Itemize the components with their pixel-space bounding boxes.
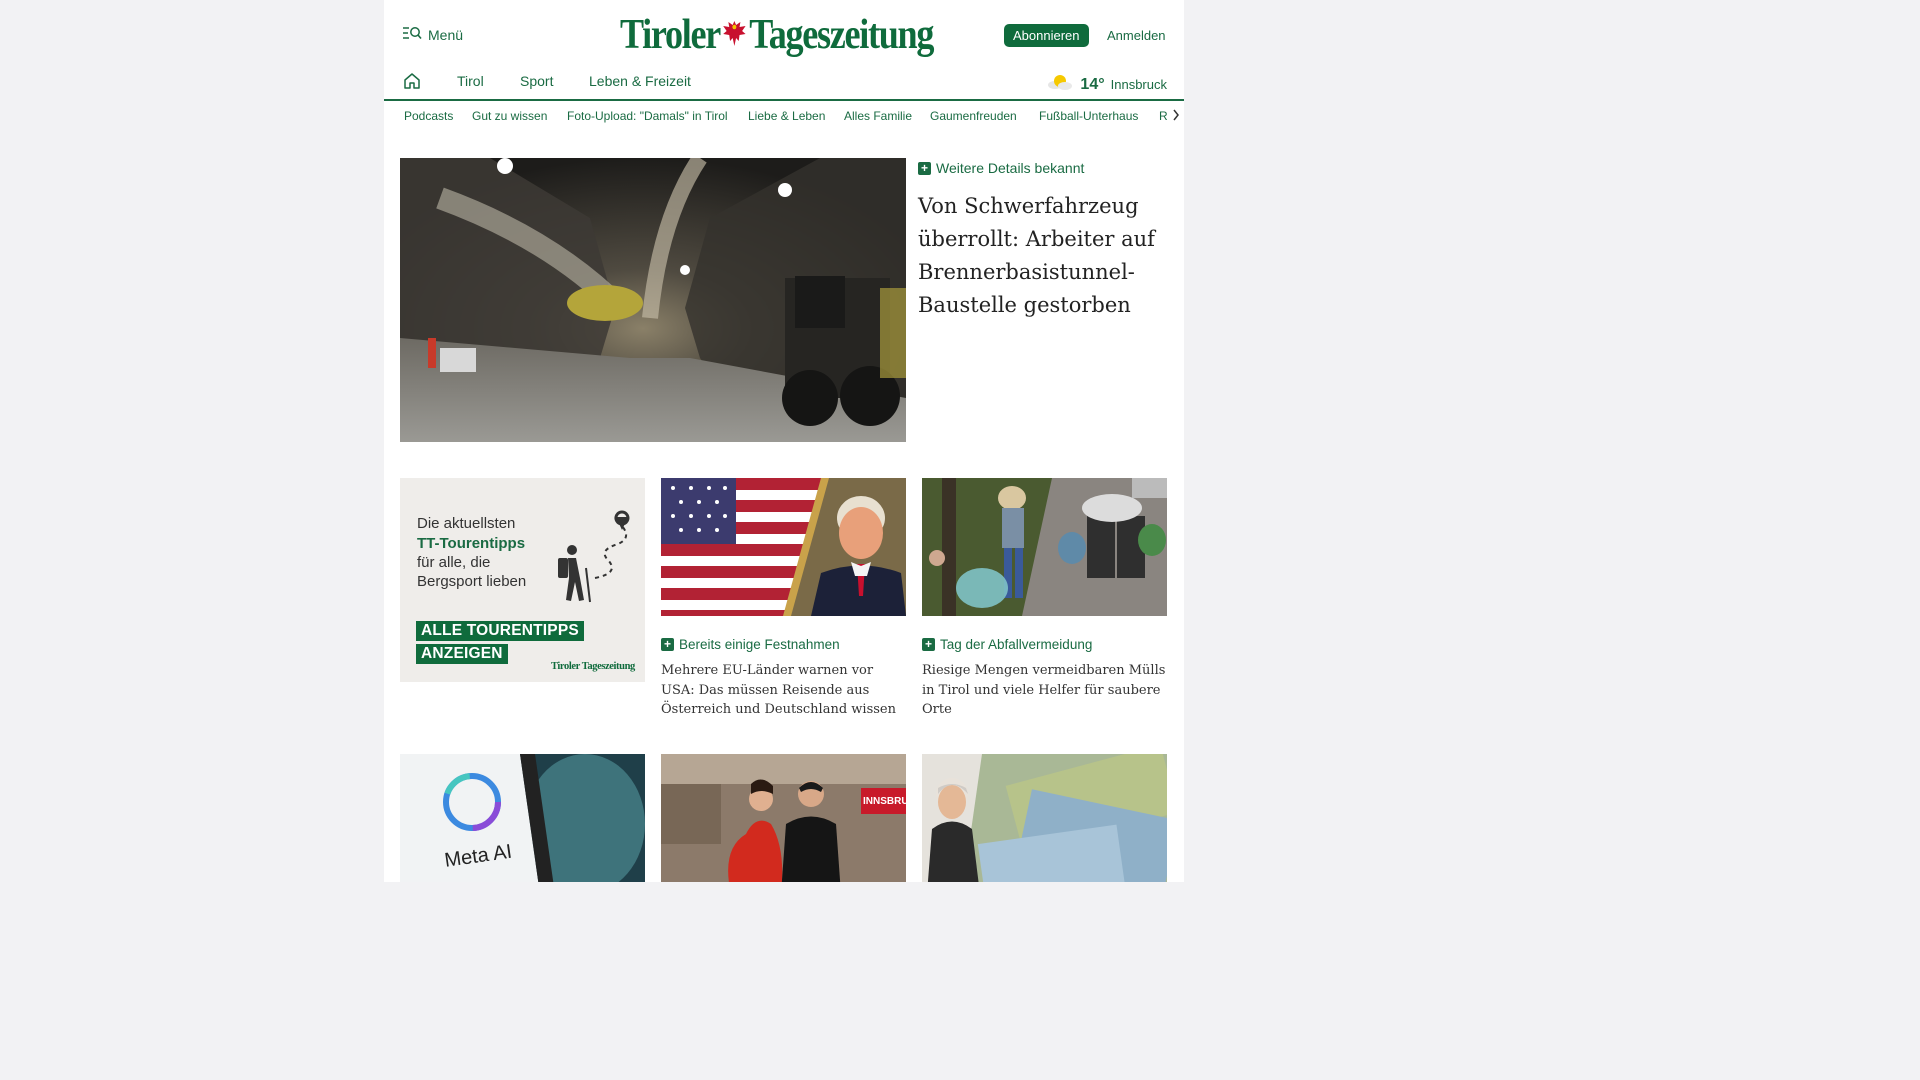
weather-city: Innsbruck — [1110, 77, 1167, 92]
menu-search-icon — [402, 26, 422, 43]
menu-button[interactable]: Menü — [402, 26, 463, 43]
ad-line-3: für alle, die — [417, 554, 491, 571]
hero-kicker: + Weitere Details bekannt — [918, 160, 1084, 176]
menu-label: Menü — [428, 26, 464, 43]
subscribe-button[interactable]: Abonnieren — [1004, 24, 1089, 47]
hero-kicker-text: Weitere Details bekannt — [936, 160, 1085, 176]
hero-headline[interactable]: Von Schwerfahrzeug überrollt: Arbeiter a… — [918, 190, 1168, 322]
subnav-item-foto-upload[interactable]: Foto-Upload: "Damals" in Tirol — [567, 109, 728, 123]
ad-line-4: Bergsport lieben — [417, 573, 527, 590]
weather-widget[interactable]: 14° Innsbruck — [1046, 72, 1167, 97]
card-2-headline[interactable]: Riesige Mengen vermeidbaren Mülls in Tir… — [922, 661, 1170, 720]
plus-icon: + — [661, 638, 674, 651]
subnav-item-fussball-unterhaus[interactable]: Fußball-Unterhaus — [1039, 109, 1138, 123]
subnav-item-truncated[interactable]: R — [1159, 109, 1168, 123]
bottom-image-money[interactable] — [922, 754, 1167, 882]
chevron-right-icon[interactable] — [1172, 108, 1180, 127]
partly-sunny-icon — [1046, 72, 1074, 97]
login-link[interactable]: Anmelden — [1107, 28, 1166, 43]
site-logo[interactable]: Tiroler Tageszeitung — [620, 10, 934, 60]
tourentipps-ad[interactable]: Die aktuellsten TT-Tourentipps für alle,… — [400, 478, 645, 682]
top-bar: Menü Tiroler Tageszeitung Abonnieren Anm… — [384, 0, 1184, 70]
plus-icon: + — [918, 161, 931, 175]
card-1-kicker-text: Bereits einige Festnahmen — [679, 637, 840, 652]
ad-brand-logo: Tiroler Tageszeitung — [551, 661, 635, 672]
ad-cta-line-1: ALLE TOURENTIPPS — [416, 621, 584, 641]
card-2-kicker: + Tag der Abfallvermeidung — [922, 637, 1092, 652]
nav-item-sport[interactable]: Sport — [520, 73, 553, 89]
subnav-item-liebe-leben[interactable]: Liebe & Leben — [748, 109, 825, 123]
bottom-image-meta-ai[interactable]: Meta AI — [400, 754, 645, 882]
nav-item-leben-freizeit[interactable]: Leben & Freizeit — [589, 73, 691, 89]
hiker-icon — [550, 508, 640, 613]
home-icon[interactable] — [403, 72, 421, 95]
subnav-item-gut-zu-wissen[interactable]: Gut zu wissen — [472, 109, 547, 123]
bottom-image-dancers[interactable]: INNSBRUCK — [661, 754, 906, 882]
card-2-kicker-text: Tag der Abfallvermeidung — [940, 637, 1093, 652]
ad-line-1: Die aktuellsten — [417, 515, 516, 532]
plus-icon: + — [922, 638, 935, 651]
logo-text-right: Tageszeitung — [749, 12, 934, 58]
ad-cta-line-2: ANZEIGEN — [416, 644, 508, 664]
weather-temperature: 14° — [1080, 75, 1105, 93]
hero-image-tunnel[interactable] — [400, 158, 906, 442]
page: Menü Tiroler Tageszeitung Abonnieren Anm… — [384, 0, 1184, 882]
sub-nav: Podcasts Gut zu wissen Foto-Upload: "Dam… — [404, 107, 1184, 127]
subnav-item-gaumenfreuden[interactable]: Gaumenfreuden — [930, 109, 1017, 123]
eagle-icon — [723, 14, 747, 56]
banner-text: INNSBRUCK — [863, 796, 906, 807]
main-nav: Tirol Sport Leben & Freizeit 14° Innsbru… — [384, 66, 1184, 101]
card-image-flag-trump[interactable] — [661, 478, 906, 616]
ad-line-2: TT-Tourentipps — [417, 535, 526, 552]
subnav-item-podcasts[interactable]: Podcasts — [404, 109, 453, 123]
card-1-headline[interactable]: Mehrere EU-Länder warnen vor USA: Das mü… — [661, 661, 909, 720]
nav-item-tirol[interactable]: Tirol — [457, 73, 484, 89]
card-image-waste[interactable] — [922, 478, 1167, 616]
subnav-item-alles-familie[interactable]: Alles Familie — [844, 109, 912, 123]
logo-text-left: Tiroler — [620, 12, 721, 58]
card-1-kicker: + Bereits einige Festnahmen — [661, 637, 840, 652]
